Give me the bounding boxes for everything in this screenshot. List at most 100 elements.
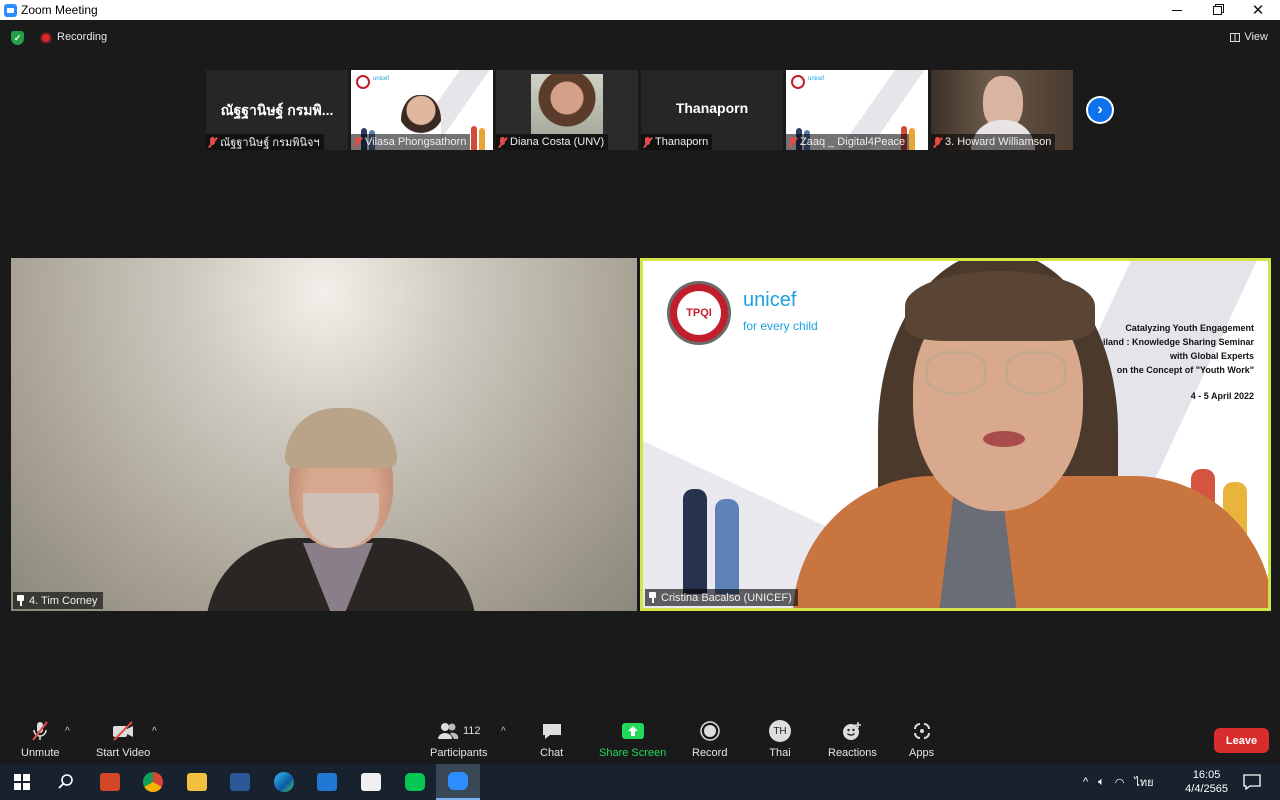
start-button[interactable]: [0, 764, 44, 800]
participants-icon: 112: [437, 720, 481, 742]
participant-thumb[interactable]: ณัฐฐานิษฐ์ กรมพิ... ณัฐฐานิษฐ์ กรมพินิจฯ: [206, 70, 348, 150]
participant-thumb[interactable]: Thanaporn Thanaporn: [641, 70, 783, 150]
wifi-icon[interactable]: ◠: [1115, 776, 1125, 789]
share-screen-button[interactable]: Share Screen: [599, 720, 666, 759]
pin-icon: [648, 592, 657, 603]
tpqi-logo-icon: [791, 75, 805, 89]
start-video-button[interactable]: Start Video: [96, 720, 150, 759]
recording-label: Recording: [57, 31, 108, 43]
search-button[interactable]: [44, 764, 88, 800]
recording-icon: [40, 32, 52, 44]
notification-icon: [1243, 774, 1261, 790]
unmute-label: Unmute: [21, 747, 60, 759]
unicef-mini-logo: unicef: [808, 76, 825, 82]
minimize-button[interactable]: [1157, 0, 1197, 20]
unmute-button[interactable]: Unmute: [21, 720, 60, 759]
clock-time: 16:05: [1192, 769, 1221, 781]
unicef-tagline: for every child: [743, 319, 818, 333]
participant-video: [531, 74, 603, 134]
meeting-topbar: ✓ Recording View: [0, 28, 1280, 48]
view-button[interactable]: View: [1230, 31, 1268, 43]
muted-microphone-icon: [29, 720, 51, 742]
cartoon-figure: [909, 128, 915, 150]
record-icon: [699, 720, 721, 742]
participant-label: 3. Howard Williamson: [931, 134, 1056, 150]
participant-thumb[interactable]: Diana Costa (UNV): [496, 70, 638, 150]
muted-mic-icon: [643, 136, 652, 148]
close-button[interactable]: ✕: [1238, 0, 1278, 20]
speaker-volume-icon[interactable]: 🔈︎: [1098, 776, 1105, 789]
muted-mic-icon: [933, 136, 942, 148]
video-options-caret-icon[interactable]: ^: [152, 726, 157, 737]
apps-button[interactable]: Apps: [909, 720, 934, 759]
muted-mic-icon: [353, 136, 362, 148]
chrome-icon: [143, 772, 163, 792]
participant-name: Cristina Bacalso (UNICEF): [661, 591, 792, 604]
notifications-button[interactable]: [1230, 764, 1274, 800]
participant-label: Diana Costa (UNV): [496, 134, 609, 150]
view-label: View: [1244, 31, 1268, 43]
next-page-button[interactable]: ›: [1086, 96, 1114, 124]
window-title: Zoom Meeting: [21, 3, 98, 17]
reactions-smiley-icon: [841, 720, 863, 742]
taskbar-powerpoint[interactable]: [88, 764, 132, 800]
language-avatar-icon: TH: [769, 720, 791, 742]
mail-icon: [317, 773, 337, 791]
leave-button[interactable]: Leave: [1214, 728, 1269, 753]
taskbar-clock[interactable]: 16:05 4/4/2565: [1185, 768, 1228, 796]
reactions-label: Reactions: [828, 747, 877, 759]
interpretation-thai-button[interactable]: TH Thai: [769, 720, 791, 759]
taskbar-file-explorer[interactable]: [175, 764, 219, 800]
taskbar-word[interactable]: [218, 764, 262, 800]
windows-taskbar: ^ 🔈︎ ◠ ไทย 16:05 4/4/2565: [0, 764, 1280, 800]
gallery-view-icon: [1230, 32, 1241, 42]
muted-mic-icon: [208, 136, 217, 148]
taskbar-line[interactable]: [393, 764, 437, 800]
video-tile-tim-corney[interactable]: 4. Tim Corney: [11, 258, 637, 611]
restore-button[interactable]: [1197, 0, 1237, 20]
store-icon: [361, 773, 381, 791]
speaker-bangs: [905, 271, 1095, 341]
minimize-icon: [1172, 9, 1182, 11]
speaker-hair: [285, 408, 397, 468]
video-tile-cristina-bacalso[interactable]: TPQI unicef for every child Catalyzing Y…: [640, 258, 1271, 611]
record-label: Record: [692, 747, 728, 759]
share-screen-label: Share Screen: [599, 747, 667, 759]
tray-overflow-chevron-icon[interactable]: ^: [1083, 776, 1088, 788]
unicef-mini-logo: unicef: [373, 76, 390, 82]
system-tray: ^ 🔈︎ ◠ ไทย: [1083, 764, 1154, 800]
record-button[interactable]: Record: [692, 720, 727, 759]
participant-thumb[interactable]: unicef Vilasa Phongsathorn: [351, 70, 493, 150]
unicef-logo: unicef: [743, 289, 797, 311]
participant-label: Thanaporn: [641, 134, 713, 150]
cartoon-figure: [471, 126, 477, 150]
taskbar-zoom[interactable]: [436, 764, 480, 800]
participants-count: 112: [462, 725, 481, 737]
participant-name: 4. Tim Corney: [29, 594, 98, 607]
taskbar-chrome[interactable]: [131, 764, 175, 800]
participants-button[interactable]: 112 Participants: [430, 720, 487, 759]
audio-options-caret-icon[interactable]: ^: [65, 726, 70, 737]
thai-label: Thai: [769, 747, 791, 759]
cartoon-figure: [479, 128, 485, 150]
close-icon: ✕: [1251, 2, 1265, 19]
windows-logo-icon: [14, 774, 30, 790]
edge-icon: [274, 772, 294, 792]
participants-caret-icon[interactable]: ^: [501, 726, 506, 737]
clock-date: 4/4/2565: [1185, 783, 1228, 795]
participants-label: Participants: [430, 747, 488, 759]
taskbar-edge[interactable]: [262, 764, 306, 800]
reactions-button[interactable]: Reactions: [828, 720, 877, 759]
input-language[interactable]: ไทย: [1134, 773, 1153, 791]
zoom-app-icon: [4, 3, 17, 17]
video-tile-label: Cristina Bacalso (UNICEF): [645, 589, 798, 606]
participant-thumb[interactable]: unicef Zaaq _ Digital4Peace: [786, 70, 928, 150]
security-shield-icon[interactable]: ✓: [11, 31, 24, 45]
line-app-icon: [405, 773, 425, 791]
chat-button[interactable]: Chat: [540, 720, 563, 759]
meeting-toolbar: Unmute ^ Start Video ^ 112 Participants …: [0, 716, 1280, 764]
participant-thumb[interactable]: 3. Howard Williamson: [931, 70, 1073, 150]
taskbar-mail[interactable]: [305, 764, 349, 800]
taskbar-store[interactable]: [349, 764, 393, 800]
participant-label: ณัฐฐานิษฐ์ กรมพินิจฯ: [206, 134, 324, 150]
